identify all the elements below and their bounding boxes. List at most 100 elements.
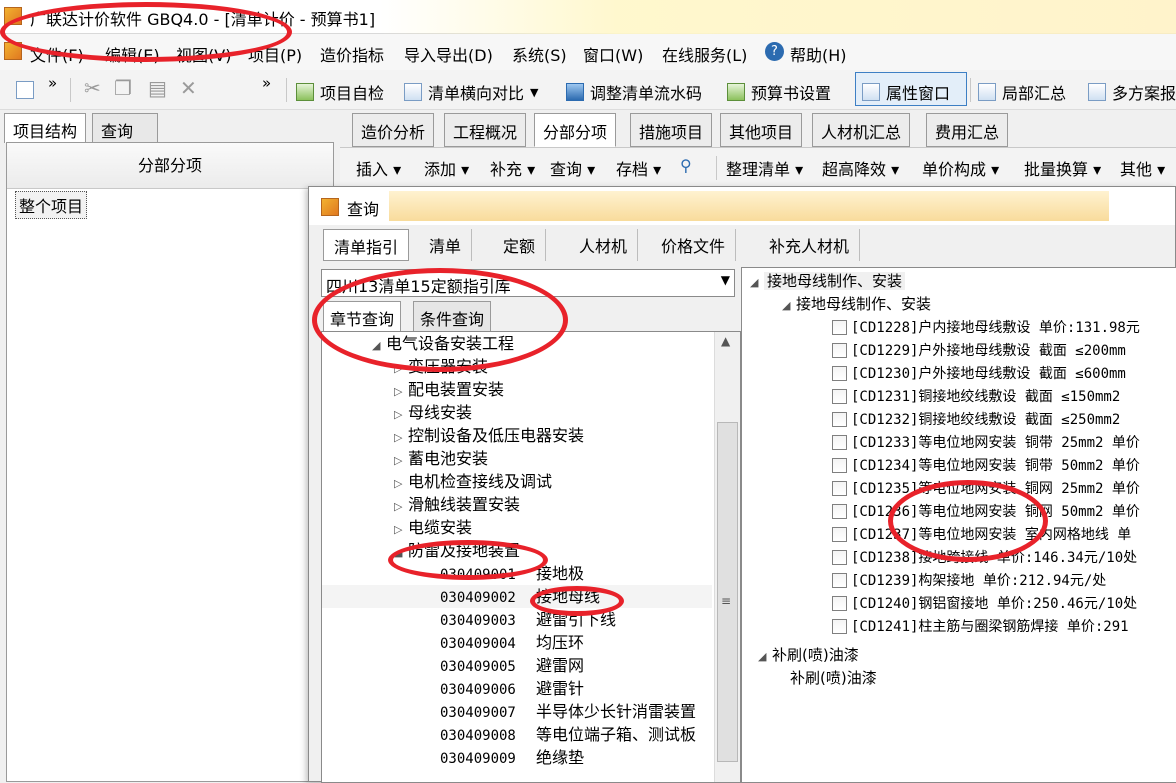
checkbox[interactable] [832,504,847,519]
cut-icon[interactable]: ✂ [84,76,101,100]
tab-overview[interactable]: 工程概况 [444,113,527,147]
list-item[interactable]: 030409003 避雷引下线 [322,608,712,631]
tab-supplement-labor[interactable]: 补充人材机 [759,229,861,261]
quota-group[interactable]: ◢ 接地母线制作、安装 [750,270,1176,293]
quota-row[interactable]: [CD1231]铜接地绞线敷设 截面 ≤150mm2 [750,385,1176,408]
tab-sections[interactable]: 分部分项 [534,113,617,147]
tab-quota[interactable]: 定额 [493,229,547,261]
checkbox[interactable] [832,389,847,404]
quota-row[interactable]: [CD1236]等电位地网安装 铜网 50mm2 单价 [750,500,1176,523]
checkbox[interactable] [832,435,847,450]
checkbox[interactable] [832,412,847,427]
supplement-button[interactable]: 补充 ▾ [490,156,535,180]
tree-root-node[interactable]: 整个项目 [15,191,88,219]
quota-row[interactable]: [CD1230]户外接地母线敷设 截面 ≤600mm [750,362,1176,385]
checkbox[interactable] [832,573,847,588]
overflow-icon-2[interactable]: » [262,74,271,92]
quota-row[interactable]: [CD1232]铜接地绞线敷设 截面 ≤250mm2 [750,408,1176,431]
menu-import-export[interactable]: 导入导出(D) [404,42,493,66]
menu-file[interactable]: 文件(F) [30,42,84,66]
archive-button[interactable]: 存档 ▾ [616,156,661,180]
tree-node[interactable]: ▷ 母线安装 [322,401,712,424]
tree-scrollbar[interactable]: ▲ ≡ [714,332,740,782]
tab-fee-summary[interactable]: 费用汇总 [926,113,1009,147]
tab-labor-materials[interactable]: 人材机汇总 [812,113,911,147]
list-item[interactable]: 030409005 避雷网 [322,654,712,677]
quota-row[interactable]: [CD1233]等电位地网安装 铜带 25mm2 单价 [750,431,1176,454]
list-item[interactable]: 030409008 等电位端子箱、测试板 [322,723,712,746]
tab-measures[interactable]: 措施项目 [630,113,713,147]
app-menu-icon[interactable] [4,42,22,60]
quota-subgroup[interactable]: 补刷(喷)油漆 [750,667,1176,690]
checkbox[interactable] [832,550,847,565]
budget-settings-button[interactable]: 预算书设置 [727,80,831,104]
menu-system[interactable]: 系统(S) [512,42,567,66]
tree-node[interactable]: ▷ 蓄电池安装 [322,447,712,470]
compare-button[interactable]: 清单横向对比 ▼ [404,80,538,104]
list-item[interactable]: 030409007 半导体少长针消雷装置 [322,700,712,723]
checkbox[interactable] [832,320,847,335]
tree-node-root[interactable]: ◢ 电气设备安装工程 [322,332,712,355]
quota-row[interactable]: [CD1240]钢铝窗接地 单价:250.46元/10处 [750,592,1176,615]
menu-cost-index[interactable]: 造价指标 [320,42,384,66]
menu-window[interactable]: 窗口(W) [583,42,643,66]
list-item[interactable]: 030409001 接地极 [322,562,712,585]
height-reduction-button[interactable]: 超高降效 ▾ [822,156,899,180]
checkbox[interactable] [832,458,847,473]
quota-subgroup[interactable]: ◢ 接地母线制作、安装 [750,293,1176,316]
quota-row[interactable]: [CD1234]等电位地网安装 铜带 50mm2 单价 [750,454,1176,477]
properties-window-button[interactable]: 属性窗口 [862,80,950,104]
quota-row[interactable]: [CD1237]等电位地网安装 室内网格地线 单 [750,523,1176,546]
list-item[interactable]: 030409006 避雷针 [322,677,712,700]
tab-project-structure[interactable]: 项目结构 [4,113,87,143]
checkbox[interactable] [832,596,847,611]
quota-row[interactable]: [CD1235]等电位地网安装 铜网 25mm2 单价 [750,477,1176,500]
checkbox[interactable] [832,366,847,381]
tab-price-file[interactable]: 价格文件 [651,229,737,261]
menu-edit[interactable]: 编辑(E) [105,42,160,66]
checkbox[interactable] [832,481,847,496]
partial-summary-button[interactable]: 局部汇总 [978,80,1066,104]
scroll-thumb[interactable] [717,422,738,762]
quota-row[interactable]: [CD1241]柱主筋与圈梁钢筋焊接 单价:291 [750,615,1176,638]
checkbox[interactable] [832,527,847,542]
delete-icon[interactable]: ✕ [180,76,197,100]
tree-node[interactable]: ▷ 滑触线装置安装 [322,493,712,516]
checkbox[interactable] [832,619,847,634]
tree-node[interactable]: ▷ 电缆安装 [322,516,712,539]
organize-list-button[interactable]: 整理清单 ▾ [726,156,803,180]
insert-button[interactable]: 插入 ▾ [356,156,401,180]
tab-condition-query[interactable]: 条件查询 [413,301,492,331]
overflow-icon[interactable]: » [48,74,57,92]
tab-list-guide[interactable]: 清单指引 [323,229,410,261]
other-button[interactable]: 其他 ▾ [1120,156,1165,180]
tab-cost-analysis[interactable]: 造价分析 [352,113,435,147]
quota-row[interactable]: [CD1229]户外接地母线敷设 截面 ≤200mm [750,339,1176,362]
menu-project[interactable]: 项目(P) [248,42,302,66]
tree-node[interactable]: ▷ 配电装置安装 [322,378,712,401]
tree-node[interactable]: ▷ 控制设备及低压电器安装 [322,424,712,447]
find-icon[interactable]: ⚲ [680,156,692,175]
tab-other-items[interactable]: 其他项目 [720,113,803,147]
tab-chapter-query[interactable]: 章节查询 [323,301,402,331]
quota-row[interactable]: [CD1239]构架接地 单价:212.94元/处 [750,569,1176,592]
quota-group[interactable]: ◢ 补刷(喷)油漆 [750,644,1176,667]
self-check-button[interactable]: 项目自检 [296,80,384,104]
library-select[interactable]: 四川13清单15定额指引库 ▼ [321,269,735,297]
copy-icon[interactable]: ❐ [114,76,132,100]
tree-node[interactable]: ▷ 变压器安装 [322,355,712,378]
menu-view[interactable]: 视图(V) [176,42,231,66]
scroll-up-icon[interactable]: ▲ [721,334,730,348]
tree-node[interactable]: ▷ 电机检查接线及调试 [322,470,712,493]
tab-query[interactable]: 查询 [92,113,158,143]
checkbox[interactable] [832,343,847,358]
tab-labor[interactable]: 人材机 [569,229,639,261]
query-button[interactable]: 查询 ▾ [550,156,595,180]
multi-plan-button[interactable]: 多方案报 [1088,80,1176,104]
list-item-selected[interactable]: 030409002 接地母线 [322,585,712,608]
new-file-icon[interactable] [16,81,34,99]
menu-help[interactable]: 帮助(H) [790,42,847,66]
list-item[interactable]: 030409004 均压环 [322,631,712,654]
quota-row[interactable]: [CD1228]户内接地母线敷设 单价:131.98元 [750,316,1176,339]
menu-online[interactable]: 在线服务(L) [662,42,747,66]
